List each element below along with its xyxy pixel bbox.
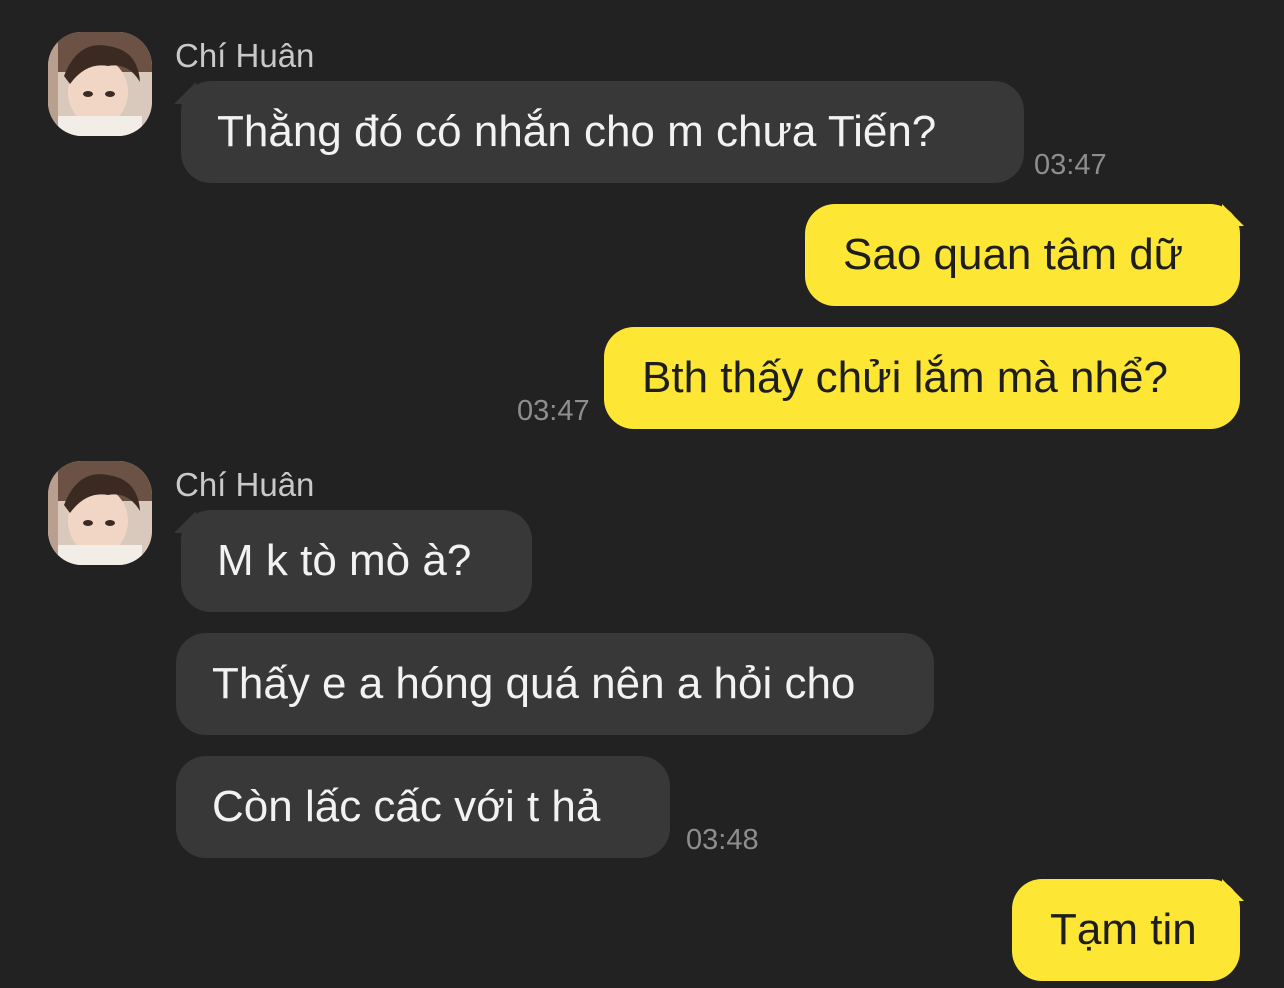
message-text: Còn lấc cấc với t hả <box>212 782 601 831</box>
message-text: M k tò mò à? <box>217 536 472 585</box>
message-timestamp: 03:48 <box>686 824 759 856</box>
contact-avatar[interactable] <box>48 461 152 565</box>
message-text: Thằng đó có nhắn cho m chưa Tiến? <box>217 107 937 156</box>
avatar-photo-icon <box>48 32 152 136</box>
message-timestamp: 03:47 <box>517 395 590 427</box>
message-text: Thấy e a hóng quá nên a hỏi cho <box>212 659 856 708</box>
incoming-message-bubble[interactable]: Thằng đó có nhắn cho m chưa Tiến? <box>181 81 1024 183</box>
message-text: Sao quan tâm dữ <box>843 230 1184 279</box>
sender-name: Chí Huân <box>175 37 315 74</box>
chat-conversation: Chí Huân Thằng đó có nhắn cho m chưa Tiế… <box>0 0 1284 988</box>
outgoing-message-bubble[interactable]: Tạm tin <box>1012 879 1240 981</box>
message-text: Bth thấy chửi lắm mà nhể? <box>642 353 1168 402</box>
incoming-message-bubble[interactable]: Thấy e a hóng quá nên a hỏi cho <box>176 633 934 735</box>
message-timestamp: 03:47 <box>1034 149 1107 181</box>
sender-name: Chí Huân <box>175 466 315 503</box>
contact-avatar[interactable] <box>48 32 152 136</box>
avatar-photo-icon <box>48 461 152 565</box>
incoming-message-bubble[interactable]: M k tò mò à? <box>181 510 532 612</box>
incoming-message-bubble[interactable]: Còn lấc cấc với t hả <box>176 756 670 858</box>
message-text: Tạm tin <box>1050 905 1197 954</box>
outgoing-message-bubble[interactable]: Bth thấy chửi lắm mà nhể? <box>604 327 1240 429</box>
outgoing-message-bubble[interactable]: Sao quan tâm dữ <box>805 204 1240 306</box>
